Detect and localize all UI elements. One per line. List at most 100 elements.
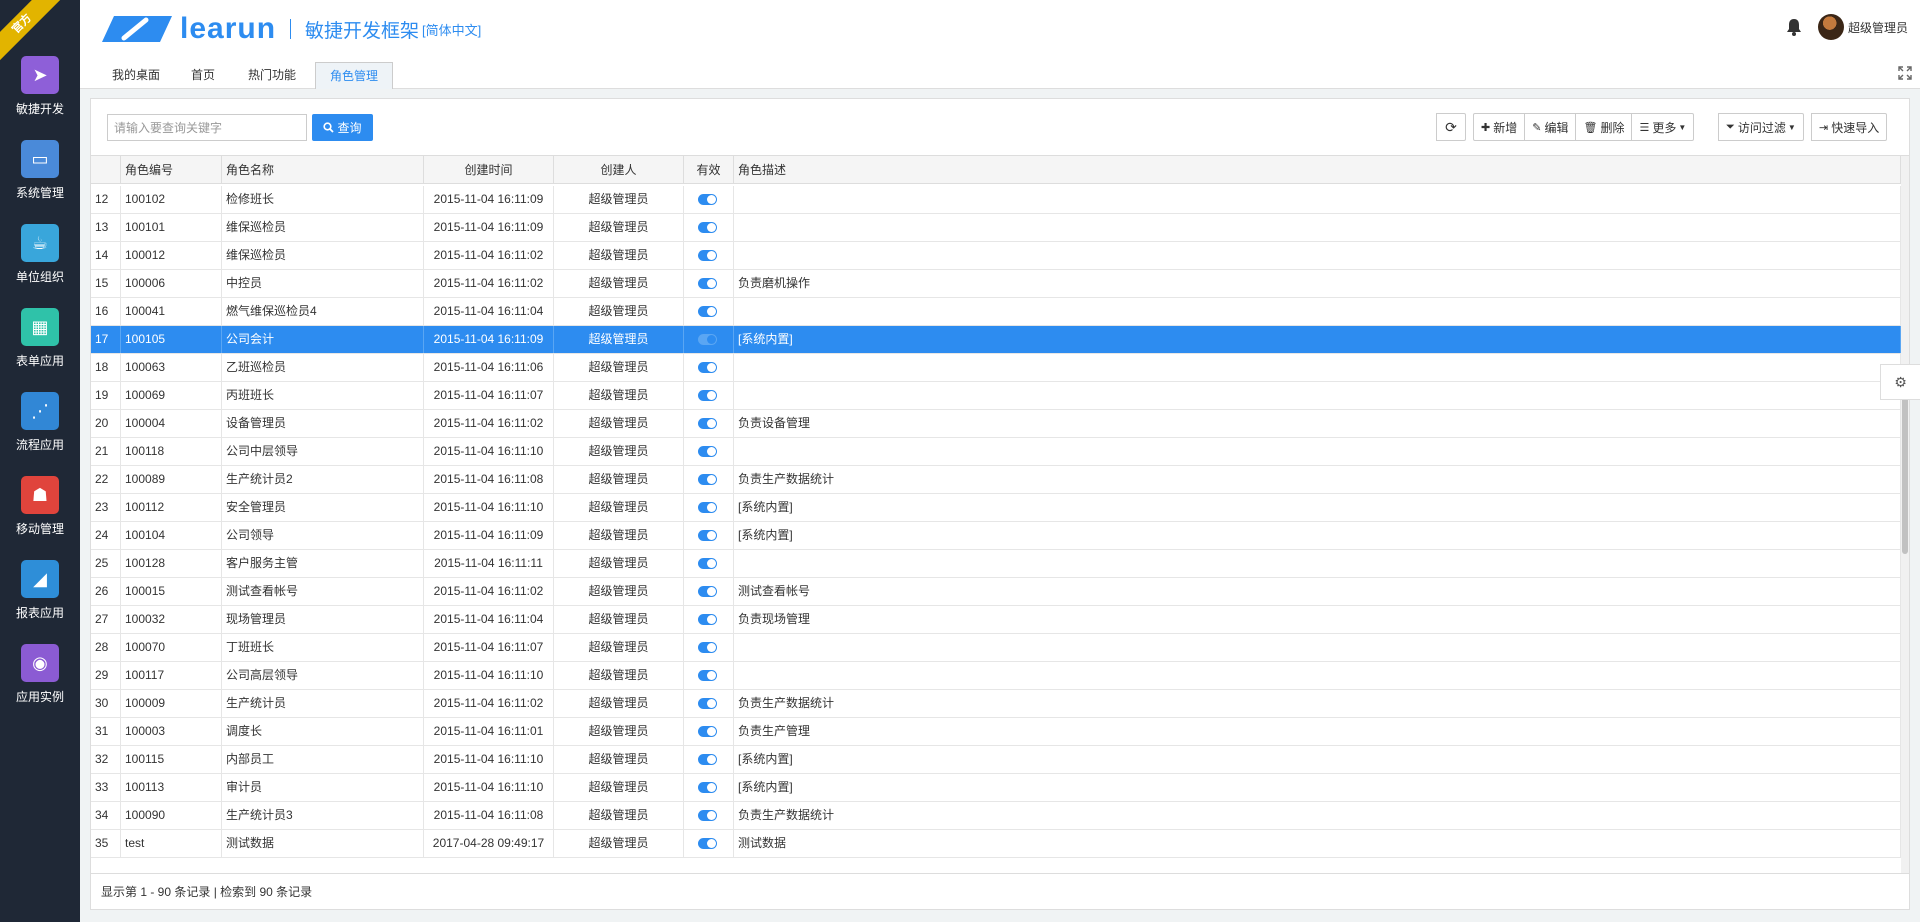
access-filter-label: 访问过滤 [1737, 120, 1786, 135]
valid-toggle[interactable] [698, 782, 717, 793]
valid-toggle[interactable] [698, 306, 717, 317]
table-row[interactable]: 16 100041 燃气维保巡检员4 2015-11-04 16:11:04 超级管理员 [91, 298, 1901, 326]
tab-home[interactable]: 首页 [177, 62, 229, 89]
sidebar-item[interactable]: ☕ 单位组织 [0, 224, 80, 308]
col-header-valid[interactable]: 有效 [684, 156, 734, 184]
valid-toggle[interactable] [698, 614, 717, 625]
table-row[interactable]: 15 100006 中控员 2015-11-04 16:11:02 超级管理员 负责磨机操… [91, 270, 1901, 298]
cell-index: 23 [91, 494, 121, 521]
cell-created-time: 2015-11-04 16:11:02 [424, 270, 554, 297]
sidebar-item[interactable]: ▦ 表单应用 [0, 308, 80, 392]
valid-toggle[interactable] [698, 558, 717, 569]
cell-name: 内部员工 [222, 746, 424, 773]
valid-toggle[interactable] [698, 726, 717, 737]
more-button-label: 更多 [1652, 120, 1677, 135]
col-header-creator[interactable]: 创建人 [554, 156, 684, 184]
table-row[interactable]: 18 100063 乙班巡检员 2015-11-04 16:11:06 超级管理员 [91, 354, 1901, 382]
sidebar-item[interactable]: ☗ 移动管理 [0, 476, 80, 560]
cell-creator: 超级管理员 [554, 354, 684, 381]
table-row[interactable]: 25 100128 客户服务主管 2015-11-04 16:11:11 超级管理员 [91, 550, 1901, 578]
add-button[interactable]: ✚ 新增 [1473, 113, 1526, 141]
table-row[interactable]: 24 100104 公司领导 2015-11-04 16:11:09 超级管理员 [系统内… [91, 522, 1901, 550]
table-row[interactable]: 13 100101 维保巡检员 2015-11-04 16:11:09 超级管理员 [91, 214, 1901, 242]
table-row[interactable]: 22 100089 生产统计员2 2015-11-04 16:11:08 超级管理员 负责… [91, 466, 1901, 494]
valid-toggle[interactable] [698, 278, 717, 289]
valid-toggle[interactable] [698, 586, 717, 597]
access-filter-button[interactable]: ⏷ 访问过滤 ▼ [1718, 113, 1804, 141]
table-row[interactable]: 34 100090 生产统计员3 2015-11-04 16:11:08 超级管理员 负责… [91, 802, 1901, 830]
table-row[interactable]: 12 100102 检修班长 2015-11-04 16:11:09 超级管理员 [91, 186, 1901, 214]
sidebar-item[interactable]: ➤ 敏捷开发 [0, 56, 80, 140]
cell-valid [684, 438, 734, 465]
col-header-description[interactable]: 角色描述 [734, 156, 1901, 184]
valid-toggle[interactable] [698, 642, 717, 653]
cell-code: 100004 [121, 410, 222, 437]
language-switch[interactable]: [简体中文] [422, 20, 481, 39]
col-header-created-time[interactable]: 创建时间 [424, 156, 554, 184]
query-button[interactable]: 查询 [312, 114, 373, 141]
sidebar-item[interactable]: ▭ 系统管理 [0, 140, 80, 224]
avatar[interactable] [1817, 14, 1844, 40]
valid-toggle[interactable] [698, 418, 717, 429]
sidebar-item[interactable]: ◉ 应用实例 [0, 644, 80, 728]
table-row[interactable]: 28 100070 丁班班长 2015-11-04 16:11:07 超级管理员 [91, 634, 1901, 662]
table-row[interactable]: 14 100012 维保巡检员 2015-11-04 16:11:02 超级管理员 [91, 242, 1901, 270]
table-row[interactable]: 29 100117 公司高层领导 2015-11-04 16:11:10 超级管理员 [91, 662, 1901, 690]
table-row[interactable]: 27 100032 现场管理员 2015-11-04 16:11:04 超级管理员 负责现… [91, 606, 1901, 634]
cell-valid [684, 746, 734, 773]
quick-import-button[interactable]: ⇥ 快速导入 [1811, 113, 1888, 141]
valid-toggle[interactable] [698, 334, 717, 345]
cell-valid [684, 522, 734, 549]
tab-role-management[interactable]: 角色管理 [315, 62, 394, 89]
table-row[interactable]: 32 100115 内部员工 2015-11-04 16:11:10 超级管理员 [系统内… [91, 746, 1901, 774]
valid-toggle[interactable] [698, 530, 717, 541]
bell-icon[interactable] [1784, 17, 1804, 37]
table-row[interactable]: 31 100003 调度长 2015-11-04 16:11:01 超级管理员 负责生产管… [91, 718, 1901, 746]
valid-toggle[interactable] [698, 250, 717, 261]
table-row[interactable]: 20 100004 设备管理员 2015-11-04 16:11:02 超级管理员 负责设… [91, 410, 1901, 438]
table-row[interactable]: 30 100009 生产统计员 2015-11-04 16:11:02 超级管理员 负责生… [91, 690, 1901, 718]
table-row[interactable]: 21 100118 公司中层领导 2015-11-04 16:11:10 超级管理员 [91, 438, 1901, 466]
valid-toggle[interactable] [698, 754, 717, 765]
filter-icon: ⏷ [1726, 120, 1735, 133]
sidebar-item-label: 敏捷开发 [15, 102, 64, 116]
cell-index: 29 [91, 662, 121, 689]
valid-toggle[interactable] [698, 194, 717, 205]
delete-button[interactable]: 🗑 删除 [1575, 113, 1633, 141]
valid-toggle[interactable] [698, 698, 717, 709]
table-row[interactable]: 26 100015 测试查看帐号 2015-11-04 16:11:02 超级管理员 测试… [91, 578, 1901, 606]
valid-toggle[interactable] [698, 838, 717, 849]
settings-button[interactable]: ⚙ [1880, 364, 1920, 400]
tab-my-desktop[interactable]: 我的桌面 [98, 62, 174, 89]
cell-creator: 超级管理员 [554, 830, 684, 857]
valid-toggle[interactable] [698, 810, 717, 821]
valid-toggle[interactable] [698, 474, 717, 485]
valid-toggle[interactable] [698, 670, 717, 681]
sidebar-item[interactable]: ◢ 报表应用 [0, 560, 80, 644]
cell-index: 24 [91, 522, 121, 549]
edit-button[interactable]: ✎ 编辑 [1524, 113, 1577, 141]
refresh-button[interactable]: ⟳ [1436, 113, 1466, 141]
delete-button-label: 删除 [1600, 120, 1625, 135]
table-row[interactable]: 17 100105 公司会计 2015-11-04 16:11:09 超级管理员 [系统内… [91, 326, 1901, 354]
col-header-code[interactable]: 角色编号 [121, 156, 222, 184]
valid-toggle[interactable] [698, 446, 717, 457]
tab-hot-features[interactable]: 热门功能 [234, 62, 310, 89]
table-row[interactable]: 19 100069 丙班班长 2015-11-04 16:11:07 超级管理员 [91, 382, 1901, 410]
table-row[interactable]: 35 test 测试数据 2017-04-28 09:49:17 超级管理员 测试数据 [91, 830, 1901, 858]
cell-valid [684, 494, 734, 521]
user-name[interactable]: 超级管理员 [1848, 19, 1908, 36]
table-row[interactable]: 33 100113 审计员 2015-11-04 16:11:10 超级管理员 [系统内置… [91, 774, 1901, 802]
valid-toggle[interactable] [698, 362, 717, 373]
valid-toggle[interactable] [698, 222, 717, 233]
search-input[interactable] [107, 114, 307, 141]
valid-toggle[interactable] [698, 390, 717, 401]
sidebar-item[interactable]: ⋰ 流程应用 [0, 392, 80, 476]
col-header-name[interactable]: 角色名称 [222, 156, 424, 184]
fullscreen-icon[interactable] [1898, 66, 1912, 80]
logo[interactable]: learun 敏捷开发框架 [简体中文] [100, 12, 481, 46]
vertical-scrollbar[interactable] [1901, 156, 1909, 873]
valid-toggle[interactable] [698, 502, 717, 513]
table-row[interactable]: 23 100112 安全管理员 2015-11-04 16:11:10 超级管理员 [系统… [91, 494, 1901, 522]
more-button[interactable]: ☰ 更多 ▼ [1631, 113, 1695, 141]
